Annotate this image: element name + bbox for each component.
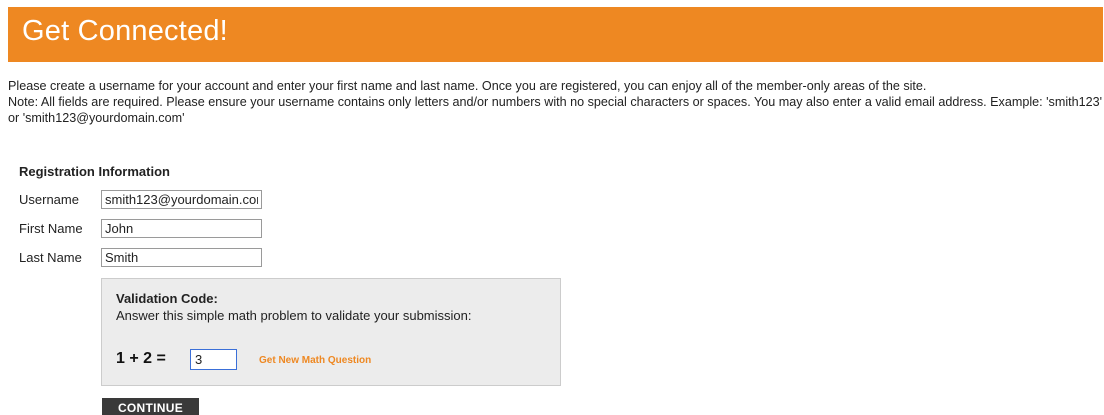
note-paragraph: Note: All fields are required. Please en… <box>8 95 1103 125</box>
validation-title: Validation Code: <box>116 291 218 306</box>
intro-paragraph: Please create a username for your accoun… <box>8 79 927 93</box>
first-name-input[interactable] <box>101 219 262 238</box>
continue-button[interactable]: CONTINUE <box>102 398 199 415</box>
validation-panel: Validation Code: Answer this simple math… <box>101 278 561 386</box>
page-title: Get Connected! <box>22 15 228 47</box>
page-banner: Get Connected! <box>8 7 1103 62</box>
intro-text: Please create a username for your accoun… <box>8 78 1104 126</box>
new-math-question-link[interactable]: Get New Math Question <box>259 355 371 366</box>
last-name-label: Last Name <box>19 250 82 265</box>
first-name-label: First Name <box>19 221 83 236</box>
username-input[interactable] <box>101 190 262 209</box>
validation-description: Answer this simple math problem to valid… <box>116 308 472 323</box>
username-label: Username <box>19 192 79 207</box>
math-answer-input[interactable] <box>190 349 237 370</box>
last-name-input[interactable] <box>101 248 262 267</box>
registration-page: Get Connected! Please create a username … <box>0 0 1104 415</box>
registration-section-title: Registration Information <box>19 164 170 179</box>
math-problem: 1 + 2 = <box>116 350 166 367</box>
